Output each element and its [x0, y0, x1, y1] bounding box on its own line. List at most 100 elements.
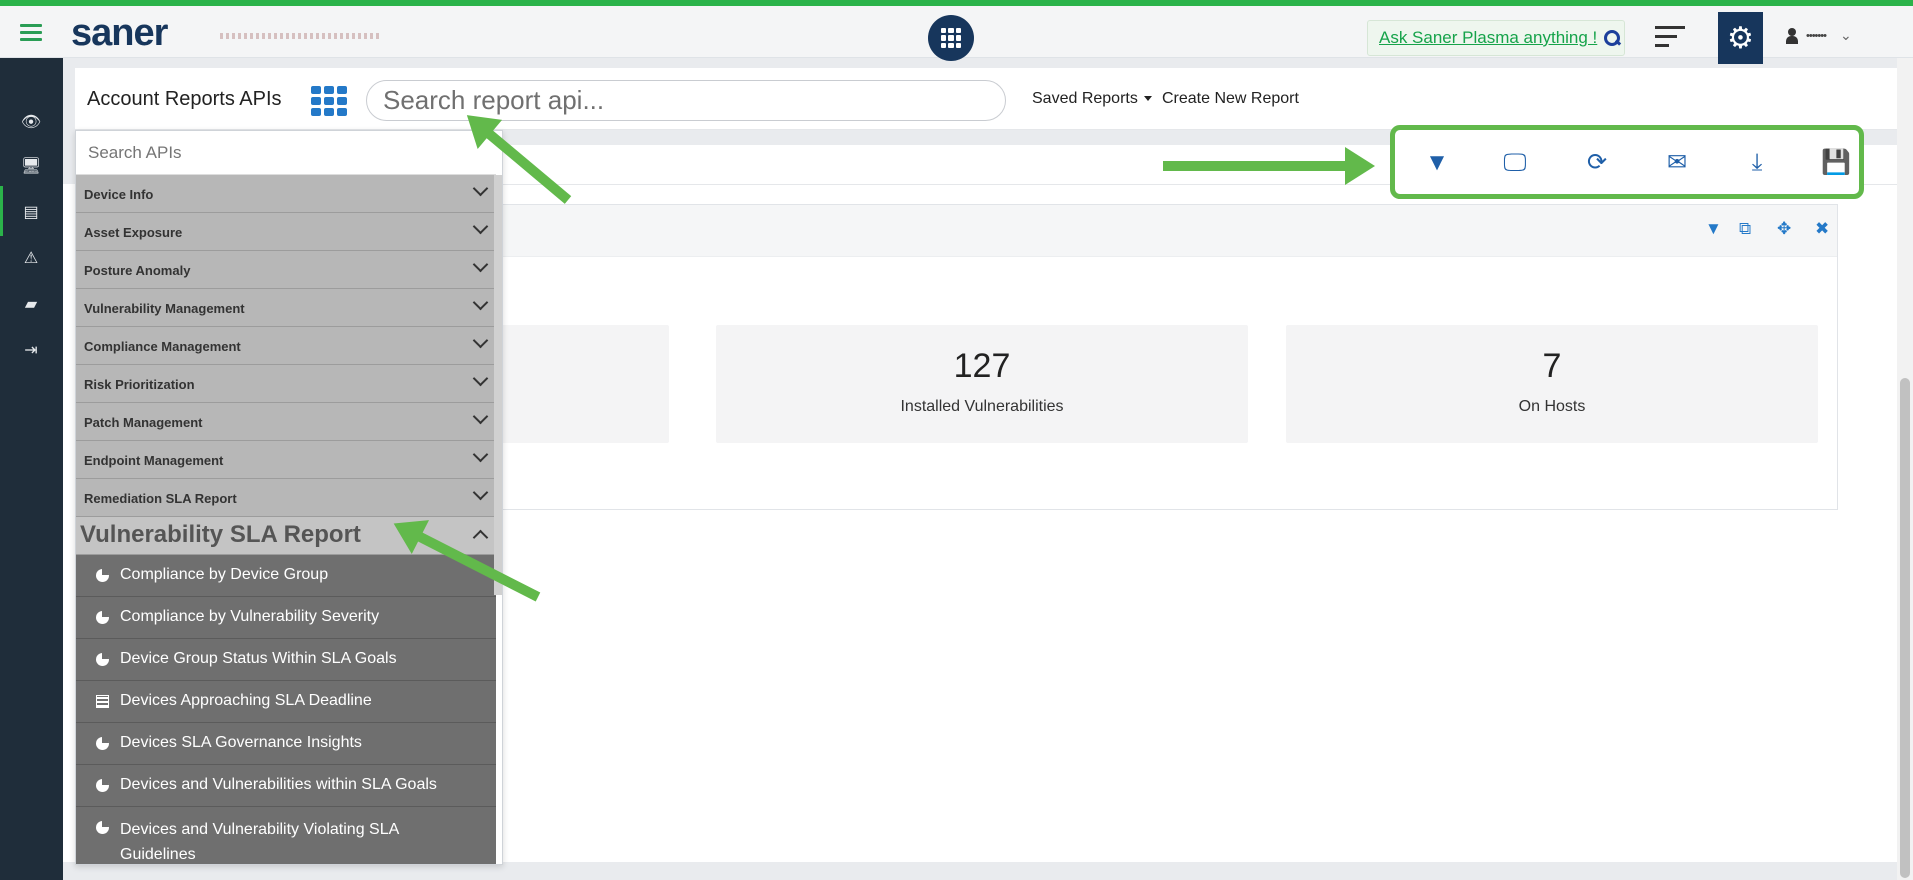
api-item[interactable]: Devices Approaching SLA Deadline [76, 681, 496, 723]
chevron-up-icon [472, 529, 489, 546]
api-item[interactable]: Devices SLA Governance Insights [76, 723, 496, 765]
api-category-list: Device Info Asset Exposure Posture Anoma… [76, 175, 496, 864]
search-icon [1603, 29, 1621, 47]
user-name: ••••••• [1806, 29, 1827, 42]
chevron-down-icon [472, 294, 489, 311]
category-asset-exposure[interactable]: Asset Exposure [76, 213, 496, 251]
user-menu[interactable]: ••••••• ⌄ [1786, 27, 1852, 44]
warning-icon[interactable]: ⚠ [18, 248, 44, 270]
widget-header: ▼ ⧉ ✥ ✖ [421, 205, 1837, 257]
category-device-info[interactable]: Device Info [76, 175, 496, 213]
category-remediation-sla-report[interactable]: Remediation SLA Report [76, 479, 496, 517]
mail-icon[interactable]: ✉ [1662, 149, 1692, 177]
grid-view-icon[interactable] [311, 86, 347, 116]
page-scrollbar[interactable] [1897, 58, 1913, 880]
settings-button[interactable]: ⚙ [1718, 12, 1763, 64]
sort-icon[interactable] [1655, 24, 1687, 50]
report-header: Account Reports APIs Saved Reports Creat… [75, 68, 1897, 130]
stat-label: Installed Vulnerabilities [900, 398, 1064, 415]
category-label: Asset Exposure [84, 225, 183, 240]
gear-icon: ⚙ [1727, 21, 1754, 55]
category-label: Compliance Management [84, 339, 241, 354]
chevron-down-icon [472, 332, 489, 349]
api-item-label: Device Group Status Within SLA Goals [120, 650, 397, 667]
category-endpoint-management[interactable]: Endpoint Management [76, 441, 496, 479]
category-compliance-management[interactable]: Compliance Management [76, 327, 496, 365]
active-indicator [0, 186, 3, 236]
api-item[interactable]: Compliance by Vulnerability Severity [76, 597, 496, 639]
api-item[interactable]: Devices and Vulnerabilities within SLA G… [76, 765, 496, 807]
chevron-down-icon [472, 370, 489, 387]
download-icon[interactable]: ⤓ [1742, 149, 1772, 177]
api-item[interactable]: Compliance by Device Group [76, 555, 496, 597]
user-icon [1786, 27, 1798, 44]
category-label: Endpoint Management [84, 453, 224, 468]
pie-chart-icon [96, 652, 109, 666]
api-item-label: Compliance by Vulnerability Severity [120, 608, 380, 625]
filter-icon[interactable]: ▼ [1422, 149, 1452, 177]
restore-icon[interactable]: ⧉ [1739, 219, 1751, 239]
apps-launcher-button[interactable] [928, 15, 974, 61]
api-search-input[interactable] [76, 131, 496, 175]
grid-icon [941, 28, 961, 48]
api-item-list: Compliance by Device Group Compliance by… [76, 555, 496, 864]
api-item[interactable]: Devices and Vulnerability Violating SLA … [76, 807, 496, 864]
chevron-down-icon [472, 180, 489, 197]
stat-card: 127 Installed Vulnerabilities [716, 325, 1248, 443]
logo-tagline [220, 33, 380, 39]
api-item-label: Devices and Vulnerabilities within SLA G… [120, 776, 437, 793]
top-bar: saner Ask Saner Plasma anything ! ⚙ ••••… [0, 6, 1913, 64]
monitor-remove-icon[interactable]: 🖵 [1495, 149, 1535, 177]
report-search-input[interactable] [366, 80, 1006, 121]
move-icon[interactable]: ✥ [1777, 219, 1791, 239]
eye-icon[interactable]: 👁 [18, 112, 44, 134]
api-item-label: Devices SLA Governance Insights [120, 734, 362, 751]
ask-ai-label: Ask Saner Plasma anything ! [1379, 28, 1598, 47]
ask-ai-link[interactable]: Ask Saner Plasma anything ! [1367, 20, 1625, 56]
pie-chart-icon [96, 736, 109, 750]
monitor-icon[interactable]: 🖥 [18, 156, 44, 178]
caret-down-icon [1143, 96, 1152, 102]
create-new-report-link[interactable]: Create New Report [1162, 90, 1299, 108]
category-label: Posture Anomaly [84, 263, 191, 278]
left-nav-rail: 👁 🖥 ▤ ⚠ ▰ ⇥ [0, 58, 63, 880]
annotation-arrow [1163, 147, 1375, 185]
api-dropdown-panel: Device Info Asset Exposure Posture Anoma… [75, 130, 503, 865]
chevron-down-icon [472, 256, 489, 273]
chevron-down-icon [472, 408, 489, 425]
page-title: Account Reports APIs [87, 88, 282, 110]
reports-icon[interactable]: ▤ [18, 202, 44, 224]
category-vulnerability-management[interactable]: Vulnerability Management [76, 289, 496, 327]
saved-reports-dropdown[interactable]: Saved Reports [1032, 90, 1152, 108]
stat-card: 7 On Hosts [1286, 325, 1818, 443]
filter-icon[interactable]: ▼ [1705, 219, 1722, 239]
saved-reports-label: Saved Reports [1032, 90, 1138, 107]
report-toolbar: ▼ 🖵 ⟳ ✉ ⤓ 💾 [1390, 125, 1864, 199]
chevron-down-icon [472, 484, 489, 501]
category-label: Vulnerability SLA Report [80, 521, 361, 548]
api-item-label: Compliance by Device Group [120, 566, 329, 583]
chevron-down-icon [472, 218, 489, 235]
category-posture-anomaly[interactable]: Posture Anomaly [76, 251, 496, 289]
logout-icon[interactable]: ⇥ [18, 340, 44, 362]
scrollbar-thumb[interactable] [1900, 378, 1910, 878]
table-icon [96, 695, 109, 708]
category-patch-management[interactable]: Patch Management [76, 403, 496, 441]
api-scrollbar[interactable] [494, 175, 502, 595]
api-item[interactable]: Device Group Status Within SLA Goals [76, 639, 496, 681]
category-label: Risk Prioritization [84, 377, 195, 392]
menu-icon[interactable] [20, 24, 42, 42]
save-icon[interactable]: 💾 [1821, 149, 1851, 177]
book-icon[interactable]: ▰ [18, 294, 44, 316]
refresh-icon[interactable]: ⟳ [1582, 149, 1612, 177]
stat-value: 127 [953, 347, 1011, 385]
api-item-label: Devices and Vulnerability Violating SLA … [120, 821, 399, 863]
pie-chart-icon [96, 568, 109, 582]
pie-chart-icon [96, 778, 109, 792]
category-risk-prioritization[interactable]: Risk Prioritization [76, 365, 496, 403]
category-label: Vulnerability Management [84, 301, 245, 316]
category-label: Remediation SLA Report [84, 491, 237, 506]
close-icon[interactable]: ✖ [1815, 219, 1829, 239]
category-label: Patch Management [84, 415, 203, 430]
api-item-label: Devices Approaching SLA Deadline [120, 692, 372, 709]
